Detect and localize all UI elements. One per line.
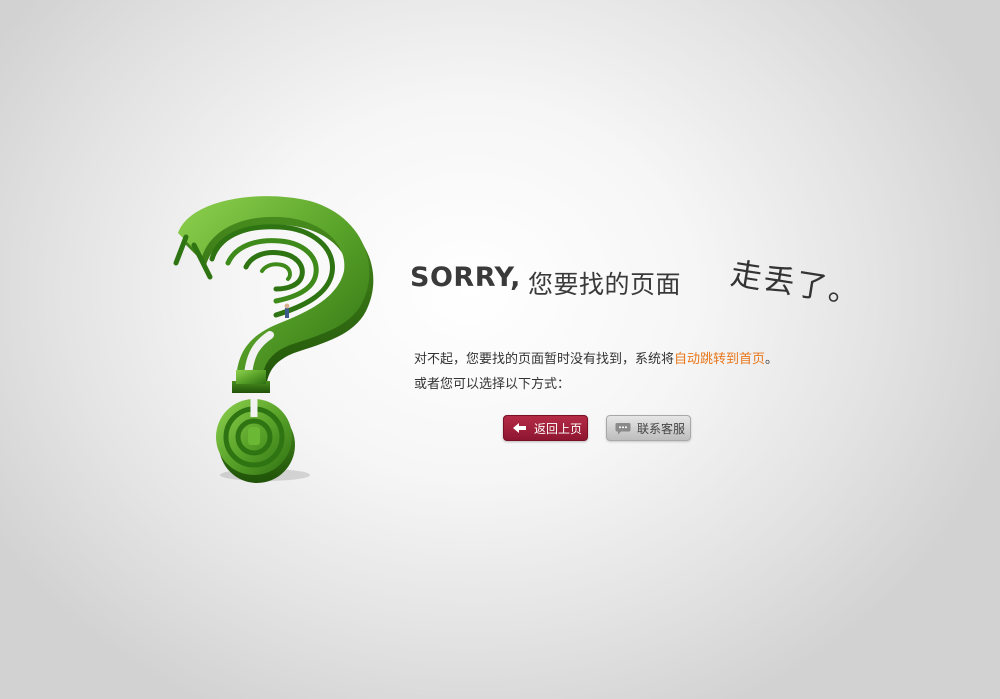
message-line-1: 对不起，您要找的页面暂时没有找到，系统将自动跳转到首页。 [414,347,778,372]
headline-sorry: SORRY, [410,262,521,293]
arrow-left-icon [510,423,530,433]
error-headline: SORRY, 您要找的页面 [410,262,740,302]
message-suffix: 。 [765,352,779,367]
contact-service-button[interactable]: 联系客服 [606,415,691,441]
chat-bubble-icon [613,422,633,435]
back-button[interactable]: 返回上页 [503,415,588,441]
back-button-label: 返回上页 [534,421,583,436]
error-message: 对不起，您要找的页面暂时没有找到，系统将自动跳转到首页。 或者您可以选择以下方式… [414,347,778,397]
contact-service-label: 联系客服 [637,421,686,436]
message-line-2: 或者您可以选择以下方式： [414,377,571,392]
message-prefix: 对不起，您要找的页面暂时没有找到，系统将 [414,352,675,367]
headline-page-text: 您要找的页面 [528,270,682,299]
homepage-redirect-text: 自动跳转到首页 [674,352,766,367]
question-mark-maze-illustration [173,196,374,483]
headline-lost-text: 走丢了。 [728,255,865,313]
